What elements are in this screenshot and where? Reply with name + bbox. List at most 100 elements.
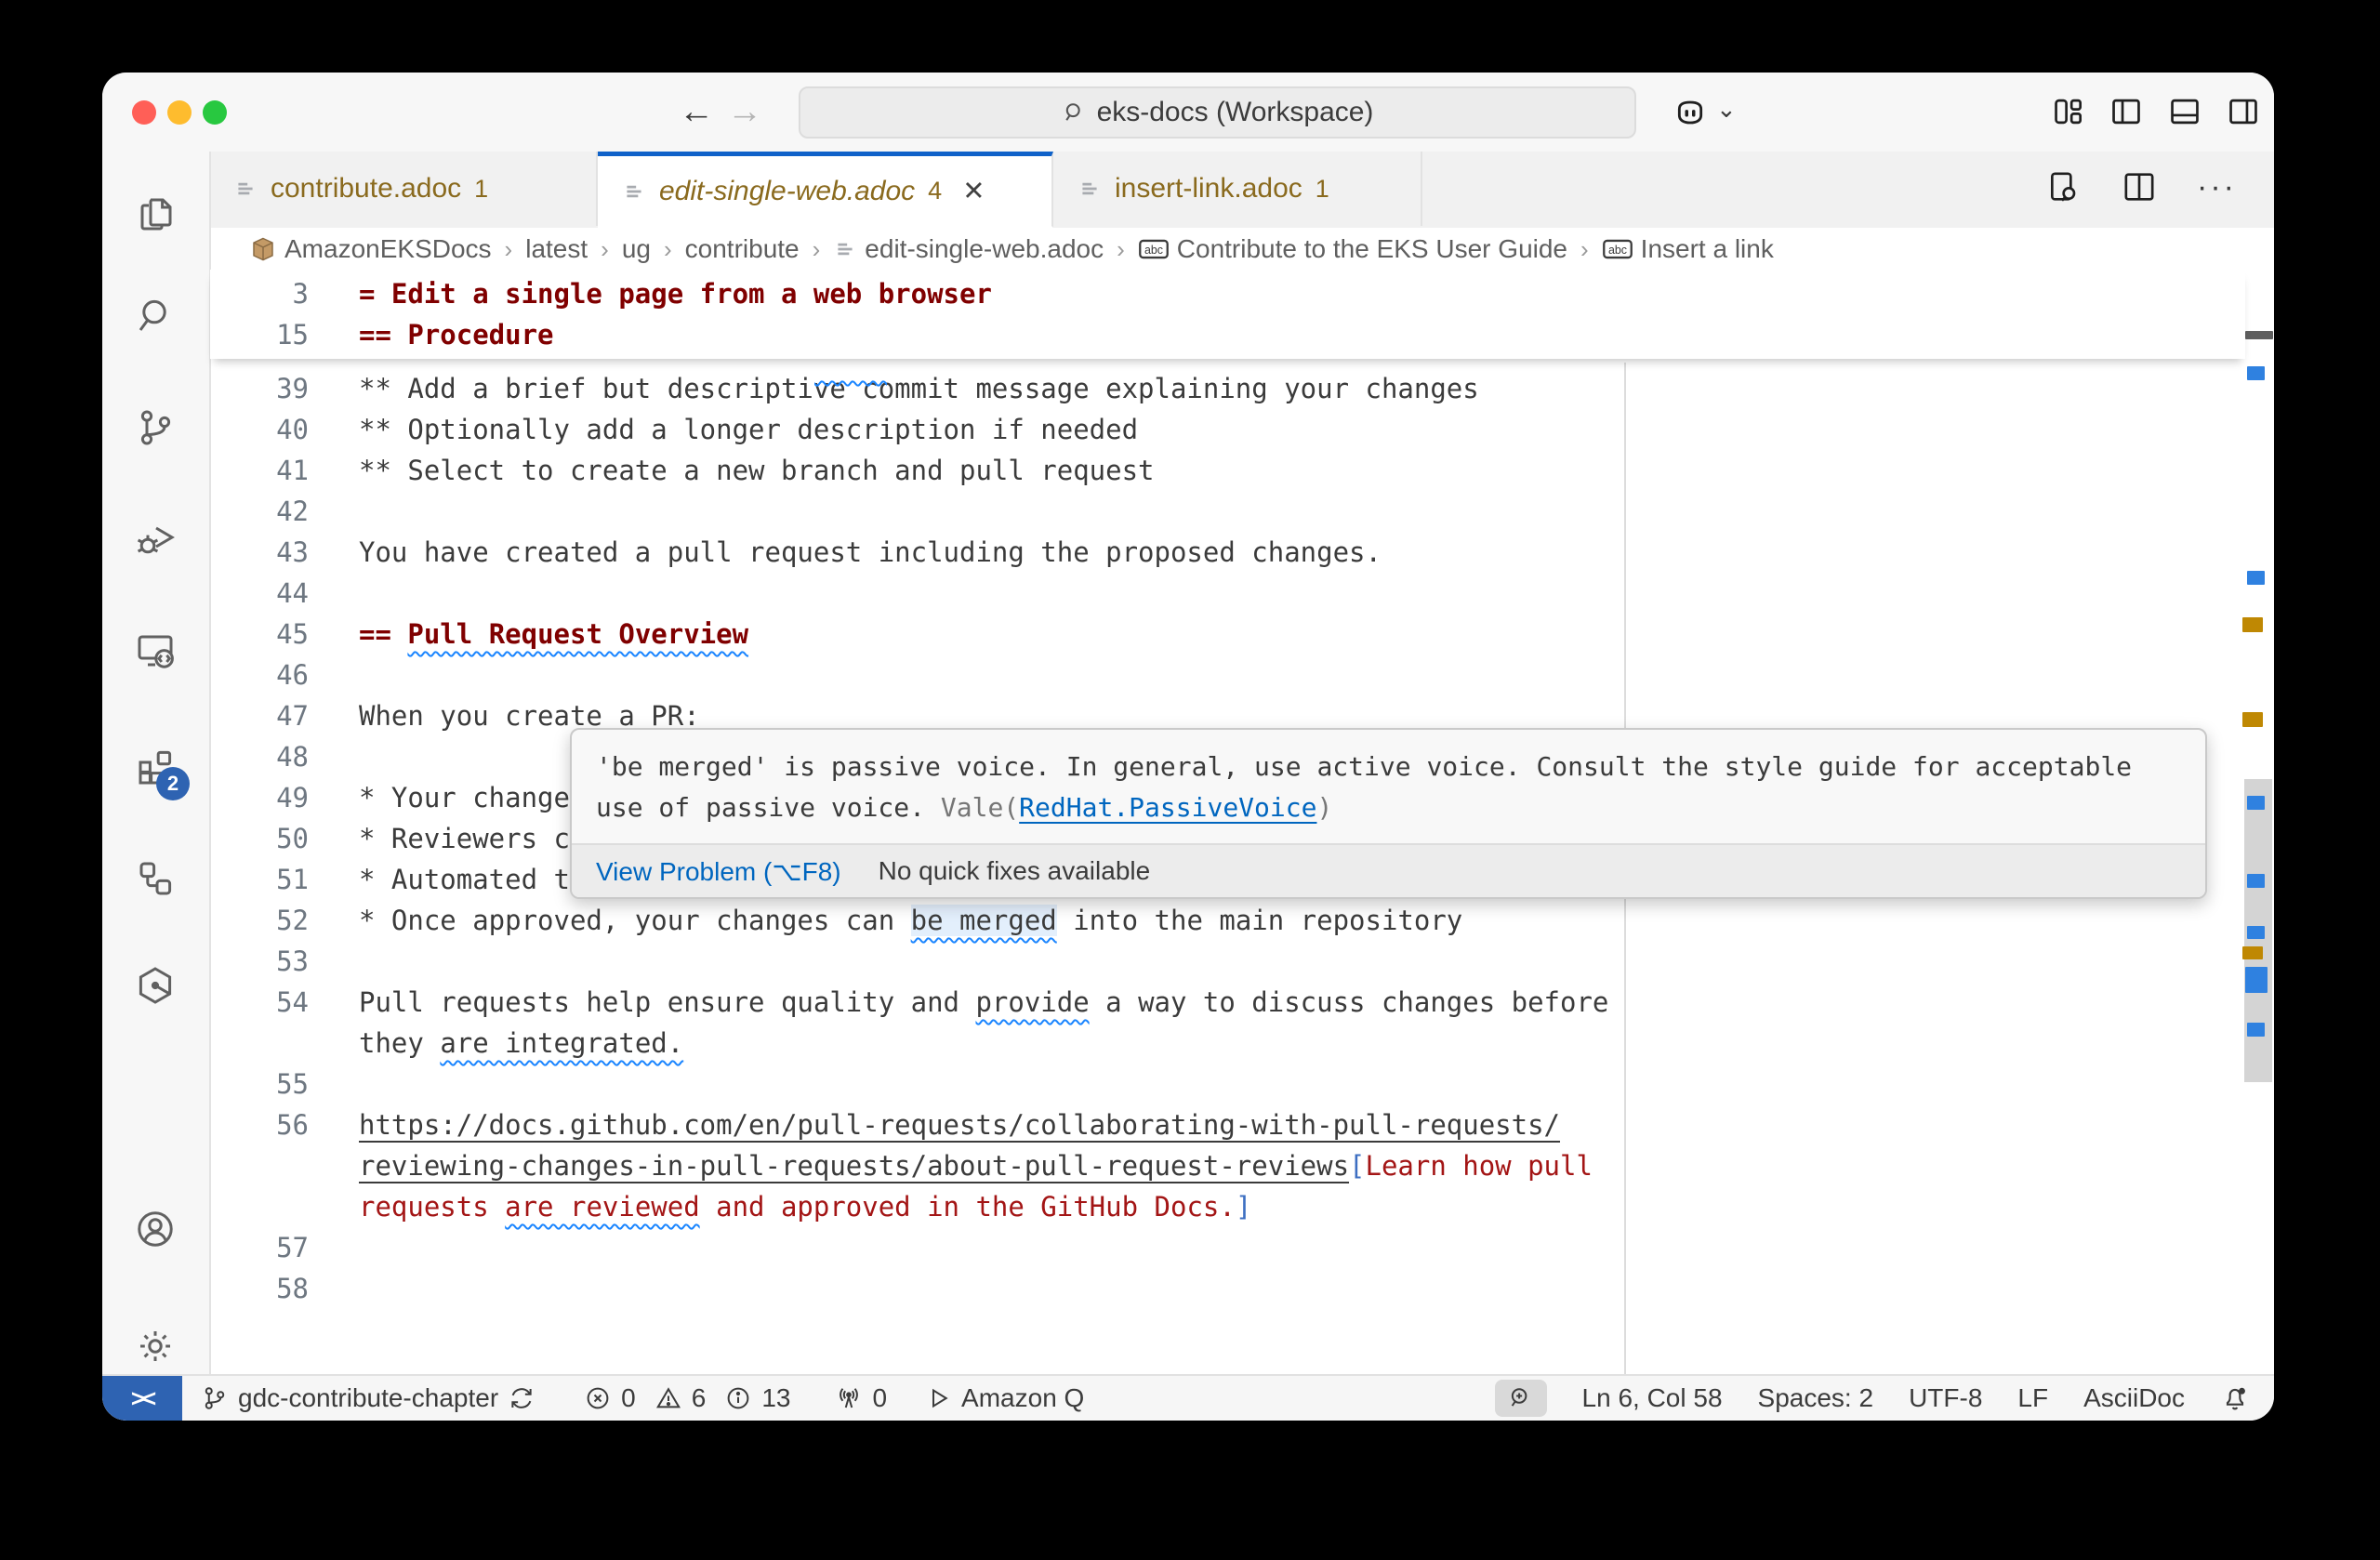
breadcrumb-item-edit-single-web-adoc[interactable]: edit-single-web.adoc: [833, 234, 1104, 264]
editor-line[interactable]: 43You have created a pull request includ…: [210, 532, 2244, 573]
toggle-secondary-sidebar-icon[interactable]: [2226, 94, 2263, 131]
overview-marker: [2242, 617, 2263, 632]
line-content[interactable]: reviewing-changes-in-pull-requests/about…: [359, 1145, 1593, 1186]
zoom-window-button[interactable]: [203, 100, 227, 125]
editor-line[interactable]: 42: [210, 491, 2244, 532]
line-content[interactable]: ** Select to create a new branch and pul…: [359, 450, 1155, 491]
overview-marker: [2242, 712, 2263, 727]
overview-marker: [2247, 571, 2265, 585]
line-content[interactable]: * Reviewers c: [359, 818, 570, 859]
breadcrumb-item-contribute[interactable]: contribute: [685, 234, 800, 264]
vale-rule-link[interactable]: RedHat.PassiveVoice: [1019, 792, 1316, 823]
encoding-item[interactable]: UTF-8: [1909, 1383, 1982, 1413]
close-window-button[interactable]: [132, 100, 156, 125]
activity-bar-source-control[interactable]: [102, 383, 207, 472]
line-content[interactable]: * Your change: [359, 777, 570, 818]
amazon-q-status-item[interactable]: Amazon Q: [924, 1383, 1084, 1413]
line-content[interactable]: ** Optionally add a longer description i…: [359, 409, 1138, 450]
line-content[interactable]: ** Add a brief but descriptive commit me…: [359, 368, 1479, 409]
sticky-scroll[interactable]: 3= Edit a single page from a web browser…: [210, 270, 2245, 359]
editor-line[interactable]: reviewing-changes-in-pull-requests/about…: [210, 1145, 2244, 1186]
editor-line[interactable]: 44: [210, 573, 2244, 614]
breadcrumb-item-amazoneksdocs[interactable]: AmazonEKSDocs: [249, 234, 492, 264]
line-content[interactable]: requests are reviewed and approved in th…: [359, 1186, 1251, 1227]
forward-button[interactable]: →: [727, 91, 762, 132]
back-button[interactable]: ←: [679, 91, 714, 132]
minimize-window-button[interactable]: [167, 100, 192, 125]
line-content[interactable]: == Procedure: [359, 314, 554, 355]
branch-status-item[interactable]: gdc-contribute-chapter: [201, 1383, 536, 1413]
indentation-item[interactable]: Spaces: 2: [1758, 1383, 1874, 1413]
breadcrumb-separator-icon: ›: [658, 235, 678, 264]
breadcrumb-item-latest[interactable]: latest: [525, 234, 588, 264]
line-number: 42: [210, 491, 309, 532]
notifications-bell-icon[interactable]: [2220, 1383, 2250, 1413]
zoom-status-item[interactable]: [1495, 1380, 1547, 1417]
activity-bar-remote-explorer[interactable]: [102, 606, 207, 695]
editor-line[interactable]: 53: [210, 941, 2244, 982]
line-content[interactable]: You have created a pull request includin…: [359, 532, 1382, 573]
editor-line[interactable]: requests are reviewed and approved in th…: [210, 1186, 2244, 1227]
activity-bar-explorer[interactable]: [102, 169, 207, 258]
tab-insert-link.adoc[interactable]: insert-link.adoc1: [1053, 152, 1422, 226]
sticky-line[interactable]: 3= Edit a single page from a web browser: [210, 273, 2244, 314]
line-number: 55: [210, 1064, 309, 1104]
line-content[interactable]: == Pull Request Overview: [359, 614, 748, 654]
overview-marker: [2247, 926, 2265, 939]
breadcrumb-separator-icon: ›: [1111, 235, 1130, 264]
line-content[interactable]: = Edit a single page from a web browser: [359, 273, 992, 314]
sticky-line[interactable]: 15== Procedure: [210, 314, 2244, 355]
breadcrumb-item-insert-a-link[interactable]: abcInsert a link: [1602, 234, 1774, 264]
line-content[interactable]: https://docs.github.com/en/pull-requests…: [359, 1104, 1560, 1145]
more-actions-icon[interactable]: ···: [2197, 169, 2237, 205]
eol-item[interactable]: LF: [2017, 1383, 2048, 1413]
line-content[interactable]: they are integrated.: [359, 1023, 683, 1064]
editor-line[interactable]: 41** Select to create a new branch and p…: [210, 450, 2244, 491]
remote-indicator[interactable]: ><: [102, 1376, 182, 1421]
search-icon: [1062, 99, 1088, 126]
tooltip-message-line1: 'be merged' is passive voice. In general…: [596, 747, 2181, 787]
editor-line[interactable]: 52* Once approved, your changes can be m…: [210, 900, 2244, 941]
activity-bar-run-debug[interactable]: [102, 495, 207, 584]
split-editor-icon[interactable]: [2121, 168, 2158, 205]
activity-bar-search[interactable]: [102, 271, 207, 361]
editor-line[interactable]: 57: [210, 1227, 2244, 1268]
editor-line[interactable]: 55: [210, 1064, 2244, 1104]
view-problem-link[interactable]: View Problem (⌥F8): [596, 856, 841, 887]
toggle-panel-icon[interactable]: [2167, 94, 2204, 131]
breadcrumb-item-contribute-to-the-eks-user-guide[interactable]: abcContribute to the EKS User Guide: [1138, 234, 1567, 264]
tab-edit-single-web.adoc[interactable]: edit-single-web.adoc4✕: [598, 152, 1053, 228]
language-mode-item[interactable]: AsciiDoc: [2083, 1383, 2185, 1413]
editor-line[interactable]: 54Pull requests help ensure quality and …: [210, 982, 2244, 1023]
open-preview-icon[interactable]: [2044, 168, 2082, 205]
abc-icon: abc: [1602, 236, 1633, 262]
toggle-primary-sidebar-icon[interactable]: [2109, 94, 2146, 131]
editor-line[interactable]: 56https://docs.github.com/en/pull-reques…: [210, 1104, 2244, 1145]
activity-bar-extensions[interactable]: [102, 722, 207, 812]
tab-contribute.adoc[interactable]: contribute.adoc1: [209, 152, 598, 226]
editor-line[interactable]: 40** Optionally add a longer description…: [210, 409, 2244, 450]
breadcrumb-item-ug[interactable]: ug: [622, 234, 651, 264]
line-content[interactable]: * Once approved, your changes can be mer…: [359, 900, 1462, 941]
overview-marker: [2247, 1023, 2265, 1037]
activity-bar-amazon-q[interactable]: [102, 941, 207, 1030]
command-center-search[interactable]: eks-docs (Workspace): [799, 86, 1636, 139]
breadcrumb-separator-icon: ›: [499, 235, 519, 264]
ports-status-item[interactable]: 0: [835, 1383, 887, 1413]
activity-bar-structure[interactable]: [102, 834, 207, 923]
editor-line[interactable]: they are integrated.: [210, 1023, 2244, 1064]
chevron-down-icon[interactable]: ⌄: [1716, 95, 1737, 124]
line-content[interactable]: * Automated t: [359, 859, 570, 900]
copilot-icon[interactable]: [1672, 94, 1709, 131]
editor-line[interactable]: 58: [210, 1268, 2244, 1309]
activity-bar-accounts[interactable]: [102, 1184, 207, 1274]
line-content[interactable]: Pull requests help ensure quality and pr…: [359, 982, 1608, 1023]
adoc-icon: [833, 237, 857, 261]
close-tab-icon[interactable]: ✕: [962, 175, 985, 207]
editor-line[interactable]: 45== Pull Request Overview: [210, 614, 2244, 654]
cursor-position-item[interactable]: Ln 6, Col 58: [1582, 1383, 1723, 1413]
problems-status-item[interactable]: 0 6 13: [584, 1383, 790, 1413]
editor-line[interactable]: 46: [210, 654, 2244, 695]
editor-line[interactable]: 39** Add a brief but descriptive commit …: [210, 368, 2244, 409]
customize-layout-icon[interactable]: [2051, 94, 2088, 131]
